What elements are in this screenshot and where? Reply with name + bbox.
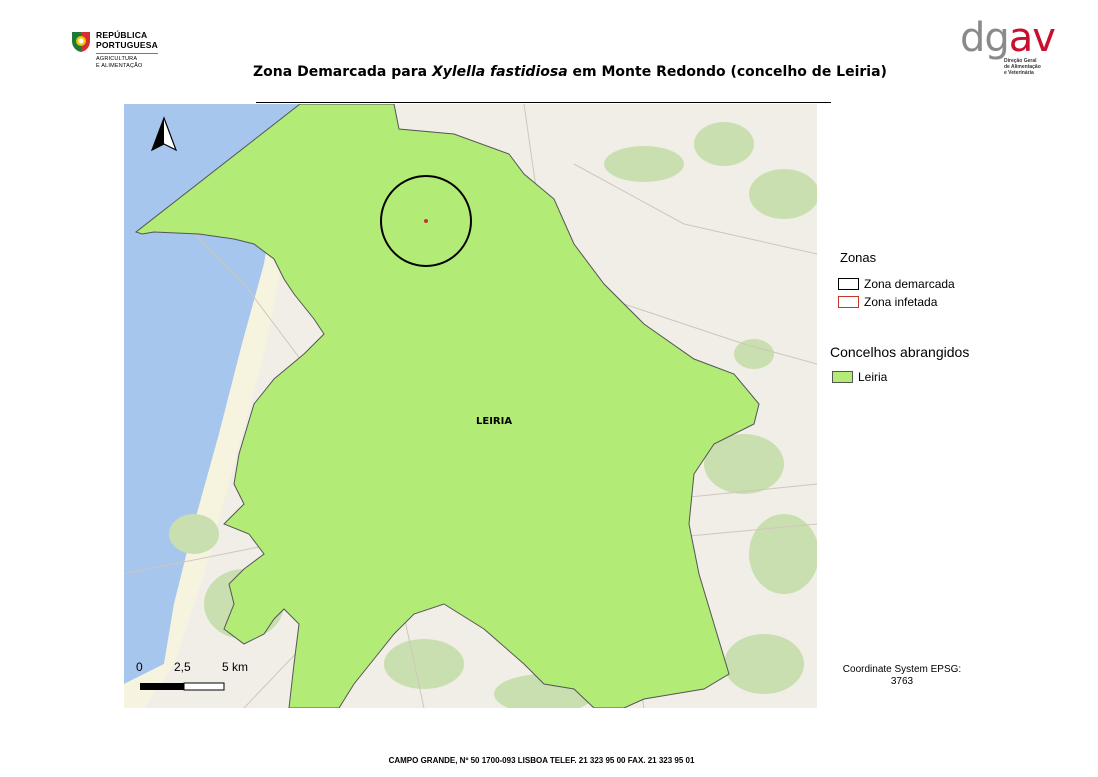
logo-divider (96, 53, 158, 54)
legend-item-leiria: Leiria (832, 369, 887, 385)
scale-label-2-5: 2,5 (174, 660, 191, 674)
page-footer: CAMPO GRANDE, Nº 50 1700-093 LISBOA TELE… (388, 756, 695, 765)
region-label-leiria: LEIRIA (476, 416, 513, 427)
map-frame: LEIRIA 0 2,5 5 km (124, 104, 817, 708)
scale-bar (140, 682, 225, 691)
scale-label-5km: 5 km (222, 660, 249, 674)
title-suffix: em Monte Redondo (concelho de Leiria) (567, 64, 887, 80)
dgav-wordmark: dgav (960, 14, 1056, 62)
legend-municipalities-heading: Concelhos abrangidos (830, 344, 970, 360)
coordinate-system-line2: 3763 (890, 676, 914, 687)
coordinate-system-line1: Coordinate System EPSG: (842, 664, 962, 675)
portuguesa-label: PORTUGUESA (96, 40, 158, 50)
portugal-emblem-icon (72, 32, 90, 52)
legend-item-zona-demarcada: Zona demarcada (838, 276, 955, 292)
scale-label-0: 0 (136, 660, 143, 674)
republica-label: REPÚBLICA (96, 30, 148, 40)
legend-label-demarcada: Zona demarcada (864, 277, 955, 291)
legend-swatch-demarcada (838, 278, 859, 290)
legend-swatch-infetada (838, 296, 859, 308)
title-underline (256, 102, 831, 103)
title-prefix: Zona Demarcada para (253, 64, 432, 80)
dgav-wordmark-av: av (1008, 15, 1056, 61)
legend-item-zona-infetada: Zona infetada (838, 294, 937, 310)
ministry-label-1: AGRICULTURA (96, 56, 138, 62)
coordinate-system-note: Coordinate System EPSG: 3763 (838, 664, 966, 688)
legend-label-leiria: Leiria (858, 370, 888, 384)
map-canvas (124, 104, 817, 708)
legend-zones-heading: Zonas (840, 250, 877, 265)
zona-infetada-point (424, 219, 428, 223)
legend-swatch-leiria (832, 371, 853, 383)
title-species: Xylella fastidiosa (431, 64, 568, 80)
page-title: Zona Demarcada para Xylella fastidiosa e… (0, 64, 1098, 80)
legend-label-infetada: Zona infetada (864, 295, 938, 309)
dgav-wordmark-dg: dg (960, 15, 1010, 61)
